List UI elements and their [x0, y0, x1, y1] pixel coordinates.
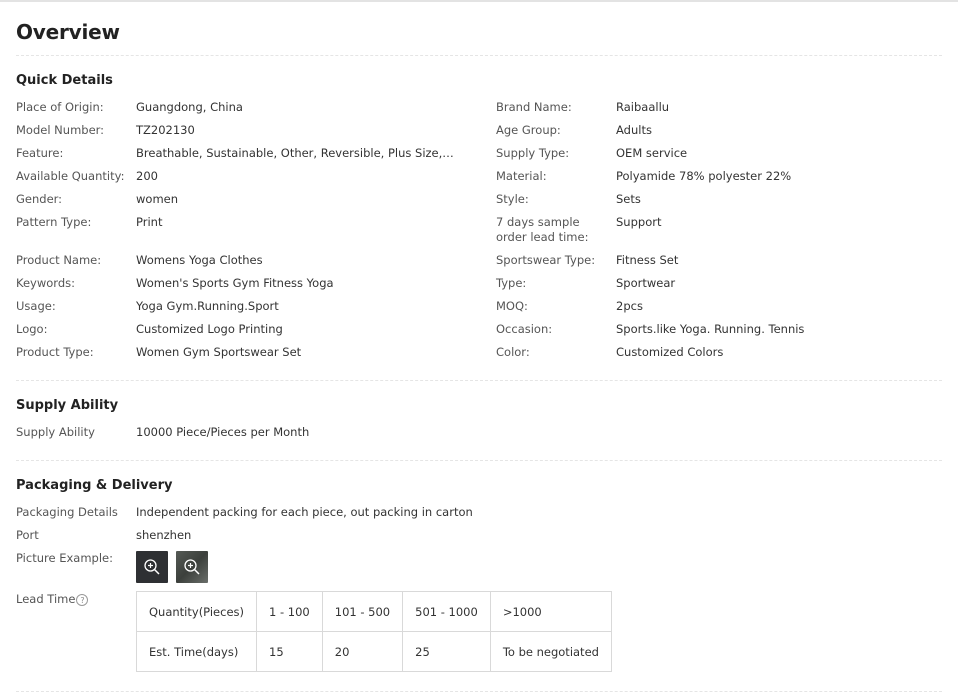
- table-cell: 25: [402, 631, 491, 672]
- detail-label: Product Name:: [16, 253, 102, 267]
- quick-details-heading: Quick Details: [16, 73, 113, 88]
- lead-time-label: Lead Time?: [16, 592, 89, 607]
- divider: [16, 691, 942, 692]
- table-cell: 101 - 500: [321, 591, 404, 632]
- detail-value: TZ202130: [136, 123, 195, 137]
- detail-label: MOQ:: [496, 299, 528, 313]
- detail-label: Product Type:: [16, 345, 94, 359]
- table-cell: Est. Time(days): [135, 631, 258, 672]
- detail-label: Keywords:: [16, 276, 75, 290]
- zoom-in-icon: [184, 559, 200, 575]
- detail-value: Customized Colors: [616, 345, 724, 359]
- table-cell: 15: [256, 631, 323, 672]
- detail-label: Sportswear Type:: [496, 253, 596, 267]
- detail-label: Occasion:: [496, 322, 553, 336]
- packaging-details-label: Packaging Details: [16, 505, 118, 519]
- picture-thumbnail[interactable]: [136, 551, 168, 583]
- detail-value: Women Gym Sportswear Set: [136, 345, 302, 359]
- help-icon[interactable]: ?: [76, 593, 89, 606]
- detail-value: OEM service: [616, 146, 688, 160]
- detail-value: 200: [136, 169, 158, 183]
- divider: [16, 460, 942, 461]
- table-cell: 20: [321, 631, 404, 672]
- detail-value: 2pcs: [616, 299, 643, 313]
- detail-value: Print: [136, 215, 163, 229]
- detail-value: Sports.like Yoga. Running. Tennis: [616, 322, 805, 336]
- picture-thumbnail[interactable]: [176, 551, 208, 583]
- detail-label: Material:: [496, 169, 547, 183]
- table-cell: Quantity(Pieces): [135, 591, 258, 632]
- detail-label: Brand Name:: [496, 100, 572, 114]
- detail-value: Breathable, Sustainable, Other, Reversib…: [136, 146, 456, 160]
- supply-ability-heading: Supply Ability: [16, 398, 119, 413]
- page-title: Overview: [16, 20, 120, 44]
- supply-ability-label: Supply Ability: [16, 425, 95, 439]
- port-value: shenzhen: [136, 528, 192, 542]
- detail-label: Place of Origin:: [16, 100, 104, 114]
- table-cell: 501 - 1000: [402, 591, 491, 632]
- detail-label: Usage:: [16, 299, 56, 313]
- top-border: [0, 0, 958, 2]
- detail-label: Logo:: [16, 322, 48, 336]
- table-cell: 1 - 100: [256, 591, 323, 632]
- divider: [16, 380, 942, 381]
- packaging-details-value: Independent packing for each piece, out …: [136, 505, 473, 519]
- detail-value: Adults: [616, 123, 652, 137]
- detail-label: Style:: [496, 192, 529, 206]
- table-row: Est. Time(days) 15 20 25 To be negotiate…: [135, 631, 612, 672]
- port-label: Port: [16, 528, 39, 542]
- detail-value: Guangdong, China: [136, 100, 243, 114]
- detail-label: Model Number:: [16, 123, 105, 137]
- divider: [16, 55, 942, 56]
- packaging-delivery-heading: Packaging & Delivery: [16, 478, 173, 493]
- detail-value: Fitness Set: [616, 253, 679, 267]
- detail-value: Polyamide 78% polyester 22%: [616, 169, 792, 183]
- detail-value: Women's Sports Gym Fitness Yoga: [136, 276, 334, 290]
- picture-example-label: Picture Example:: [16, 551, 113, 565]
- supply-ability-value: 10000 Piece/Pieces per Month: [136, 425, 310, 439]
- detail-label: Feature:: [16, 146, 64, 160]
- detail-label: 7 days sample order lead time:: [496, 215, 589, 244]
- detail-value: Yoga Gym.Running.Sport: [136, 299, 279, 313]
- detail-label: Available Quantity:: [16, 169, 125, 183]
- detail-value: Sets: [616, 192, 641, 206]
- lead-time-table: Quantity(Pieces) 1 - 100 101 - 500 501 -…: [135, 591, 612, 672]
- detail-value: Sportwear: [616, 276, 676, 290]
- detail-label: Gender:: [16, 192, 63, 206]
- table-cell: To be negotiated: [489, 631, 612, 672]
- table-cell: >1000: [489, 591, 612, 632]
- detail-value: Raibaallu: [616, 100, 670, 114]
- zoom-in-icon: [144, 559, 160, 575]
- detail-label: Color:: [496, 345, 530, 359]
- lead-time-label-text: Lead Time: [16, 592, 76, 606]
- detail-value: Support: [616, 215, 662, 229]
- detail-label: Type:: [496, 276, 527, 290]
- detail-label: Supply Type:: [496, 146, 570, 160]
- detail-value: women: [136, 192, 179, 206]
- detail-value: Womens Yoga Clothes: [136, 253, 263, 267]
- detail-value: Customized Logo Printing: [136, 322, 283, 336]
- table-row: Quantity(Pieces) 1 - 100 101 - 500 501 -…: [135, 591, 612, 632]
- detail-label: Age Group:: [496, 123, 561, 137]
- detail-label: Pattern Type:: [16, 215, 92, 229]
